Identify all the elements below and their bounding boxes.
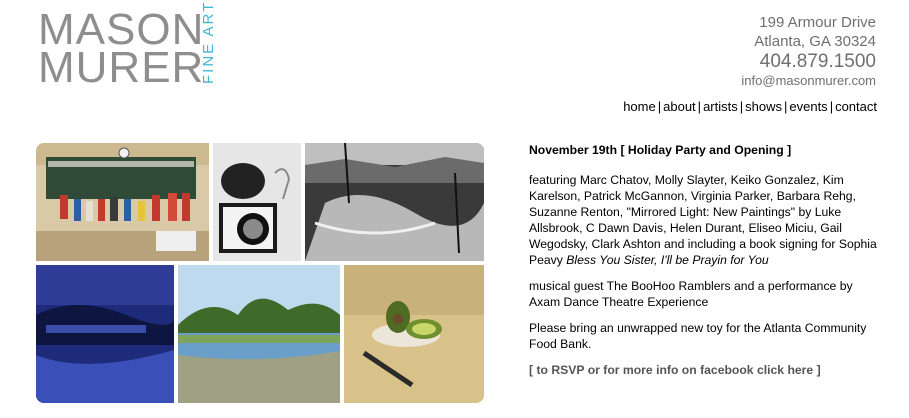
- artwork-classroom-image[interactable]: [36, 143, 209, 261]
- artwork-blue-abstract-image[interactable]: [36, 265, 174, 403]
- logo-line-murer: MURER: [38, 43, 205, 92]
- artwork-landscape-bw-image[interactable]: [305, 143, 484, 261]
- address-phone: 404.879.1500: [759, 51, 876, 72]
- event-date: November 19th: [529, 143, 618, 157]
- event-title: Holiday Party and Opening: [627, 143, 784, 157]
- event-heading: November 19th [ Holiday Party and Openin…: [529, 142, 879, 158]
- nav-artists[interactable]: artists: [703, 99, 738, 114]
- address-city: Atlanta, GA 30324: [754, 33, 876, 50]
- event-music: musical guest The BooHoo Ramblers and a …: [529, 279, 853, 309]
- bracket-close: ]: [787, 143, 792, 157]
- nav-separator: |: [829, 99, 834, 114]
- logo-subtitle: FINE ART: [200, 0, 217, 84]
- event-toy-drive: Please bring an unwrapped new toy for th…: [529, 321, 867, 351]
- main-nav: home | about | artists | shows | events | contact: [623, 99, 877, 114]
- book-title: Bless You Sister, I'll be Prayin for You: [566, 253, 769, 267]
- nav-separator: |: [739, 99, 744, 114]
- contact-address: 199 Armour Drive Atlanta, GA 30324 404.8…: [741, 13, 876, 89]
- artwork-gallery: [36, 143, 484, 403]
- nav-contact[interactable]: contact: [835, 99, 877, 114]
- event-content: November 19th [ Holiday Party and Openin…: [529, 142, 879, 388]
- rsvp-link[interactable]: [ to RSVP or for more info on facebook c…: [529, 362, 879, 378]
- nav-separator: |: [657, 99, 662, 114]
- address-email[interactable]: info@masonmurer.com: [741, 73, 876, 89]
- nav-separator: |: [783, 99, 788, 114]
- address-street: 199 Armour Drive: [759, 14, 876, 31]
- artwork-avocado-image[interactable]: [344, 265, 484, 403]
- nav-separator: |: [697, 99, 702, 114]
- nav-about[interactable]: about: [663, 99, 696, 114]
- nav-events[interactable]: events: [789, 99, 827, 114]
- nav-home[interactable]: home: [623, 99, 656, 114]
- bracket-open: [: [620, 143, 625, 157]
- artwork-rhino-image[interactable]: [213, 143, 301, 261]
- nav-shows[interactable]: shows: [745, 99, 782, 114]
- logo[interactable]: MASON MURER FINE ART: [38, 1, 217, 92]
- event-featuring: featuring Marc Chatov, Molly Slayter, Ke…: [529, 172, 879, 268]
- artwork-river-image[interactable]: [178, 265, 340, 403]
